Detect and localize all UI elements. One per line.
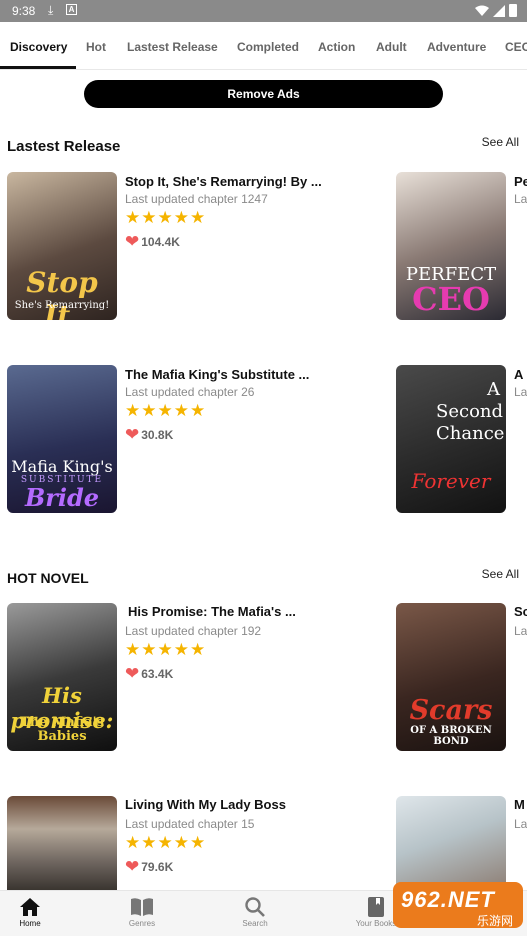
book-title: M xyxy=(514,797,525,812)
book-title: Sc xyxy=(514,604,527,619)
book-title: A xyxy=(514,367,524,382)
likes-value: 63.4K xyxy=(141,667,174,681)
cover-title: Mafia King's xyxy=(11,457,113,476)
likes-count: ❤ 63.4K xyxy=(125,664,173,684)
book-cover: His promise: The Mafia's Babies xyxy=(7,603,117,751)
see-all-hot-link[interactable]: See All xyxy=(482,567,519,581)
nav-home-label: Home xyxy=(19,919,41,928)
rating-stars: ★★★★★ xyxy=(125,208,207,227)
book-title: His Promise: The Mafia's ... xyxy=(128,604,296,619)
nav-search[interactable]: Search xyxy=(225,895,285,928)
book-title: The Mafia King's Substitute ... xyxy=(125,367,310,382)
cover-subtitle: CEO xyxy=(412,280,490,318)
cover-tagline: Babies xyxy=(37,729,87,744)
rating-stars: ★★★★★ xyxy=(125,640,207,659)
book-last-chapter: La xyxy=(514,385,527,399)
watermark-main: 962.NET xyxy=(401,887,495,912)
nav-home[interactable]: Home xyxy=(0,895,60,928)
tab-hot[interactable]: Hot xyxy=(86,40,106,54)
book-open-icon xyxy=(112,895,172,919)
book-card-lady-boss[interactable]: Living With My Lady Boss Last updated ch… xyxy=(0,795,390,890)
section-title-hot: HOT NOVEL xyxy=(7,570,89,586)
book-title: Living With My Lady Boss xyxy=(125,797,286,812)
likes-count: ❤ 30.8K xyxy=(125,425,173,445)
status-icons xyxy=(475,4,517,17)
wifi-icon xyxy=(475,5,489,16)
heart-icon: ❤ xyxy=(125,425,140,444)
book-last-chapter: Last updated chapter 1247 xyxy=(125,192,268,206)
book-card-side-4[interactable]: M La xyxy=(396,795,527,890)
likes-value: 30.8K xyxy=(141,428,174,442)
book-last-chapter: La xyxy=(514,192,527,206)
see-all-latest-link[interactable]: See All xyxy=(482,135,519,149)
heart-icon: ❤ xyxy=(125,232,140,251)
download-icon: ⤓ xyxy=(48,3,54,17)
cover-tagline: Bride xyxy=(24,483,100,512)
book-card-stop-it[interactable]: Stop It, She's Remarrying! Stop It, She'… xyxy=(0,170,390,322)
likes-value: 104.4K xyxy=(141,235,180,249)
book-cover xyxy=(7,796,117,890)
book-cover: Stop It, She's Remarrying! xyxy=(7,172,117,320)
book-card-side-1[interactable]: PERFECT CEO Pe La xyxy=(396,170,527,322)
heart-icon: ❤ xyxy=(125,664,140,683)
book-card-side-3[interactable]: Scars OF A BROKEN BOND Sc La xyxy=(396,602,527,754)
cover-title: A Second Chance xyxy=(436,379,505,444)
book-last-chapter: Last updated chapter 15 xyxy=(125,817,255,831)
book-card-side-2[interactable]: A Second Chance Forever A La xyxy=(396,363,527,515)
tab-lastest-release[interactable]: Lastest Release xyxy=(127,40,218,54)
cover-subtitle: Forever xyxy=(411,469,491,493)
cover-subtitle: The Mafia's xyxy=(20,715,104,730)
book-card-mafia-king[interactable]: Mafia King's SUBSTITUTE Bride The Mafia … xyxy=(0,363,390,515)
book-cover: PERFECT CEO xyxy=(396,172,506,320)
likes-count: ❤ 104.4K xyxy=(125,232,180,252)
book-last-chapter: La xyxy=(514,817,527,831)
tab-ceo[interactable]: CEO xyxy=(505,40,527,54)
notification-a-icon: A xyxy=(66,4,77,15)
cover-subtitle: OF A BROKEN BOND xyxy=(410,725,492,747)
heart-icon: ❤ xyxy=(125,857,140,876)
status-bar: 9:38 ⤓ A xyxy=(0,0,527,22)
rating-stars: ★★★★★ xyxy=(125,401,207,420)
watermark-sub: 乐游网 xyxy=(476,914,513,928)
home-icon xyxy=(0,895,60,919)
nav-genres-label: Genres xyxy=(128,919,156,928)
book-last-chapter: Last updated chapter 192 xyxy=(125,624,262,638)
tab-adult[interactable]: Adult xyxy=(376,40,407,54)
tab-discovery[interactable]: Discovery xyxy=(10,40,67,54)
search-icon xyxy=(225,895,285,919)
likes-value: 79.6K xyxy=(141,860,174,874)
section-title-latest: Lastest Release xyxy=(7,138,121,155)
book-last-chapter: La xyxy=(514,624,527,638)
tab-completed[interactable]: Completed xyxy=(237,40,299,54)
book-last-chapter: Last updated chapter 26 xyxy=(125,385,255,399)
tab-action[interactable]: Action xyxy=(318,40,355,54)
remove-ads-button[interactable]: Remove Ads xyxy=(84,80,443,108)
cover-subtitle: She's Remarrying! xyxy=(14,300,110,311)
book-card-his-promise[interactable]: His promise: The Mafia's Babies His Prom… xyxy=(0,602,390,754)
book-title: Pe xyxy=(514,174,527,189)
tab-adventure[interactable]: Adventure xyxy=(427,40,486,54)
nav-genres[interactable]: Genres xyxy=(112,895,172,928)
rating-stars: ★★★★★ xyxy=(125,833,207,852)
book-cover xyxy=(396,796,506,890)
status-time: 9:38 xyxy=(12,4,36,18)
active-tab-indicator xyxy=(0,66,76,69)
battery-icon xyxy=(509,4,517,17)
cover-title: Scars xyxy=(409,695,493,726)
book-cover: Scars OF A BROKEN BOND xyxy=(396,603,506,751)
category-tabs: Discovery Hot Lastest Release Completed … xyxy=(0,22,527,70)
nav-search-label: Search xyxy=(242,919,268,928)
cover-title: Stop It, xyxy=(26,266,98,320)
book-cover: Mafia King's SUBSTITUTE Bride xyxy=(7,365,117,513)
book-cover: A Second Chance Forever xyxy=(396,365,506,513)
likes-count: ❤ 79.6K xyxy=(125,857,173,877)
site-watermark: 962.NET 乐游网 xyxy=(393,882,523,928)
signal-icon xyxy=(493,4,505,17)
book-title: Stop It, She's Remarrying! By ... xyxy=(125,174,322,189)
